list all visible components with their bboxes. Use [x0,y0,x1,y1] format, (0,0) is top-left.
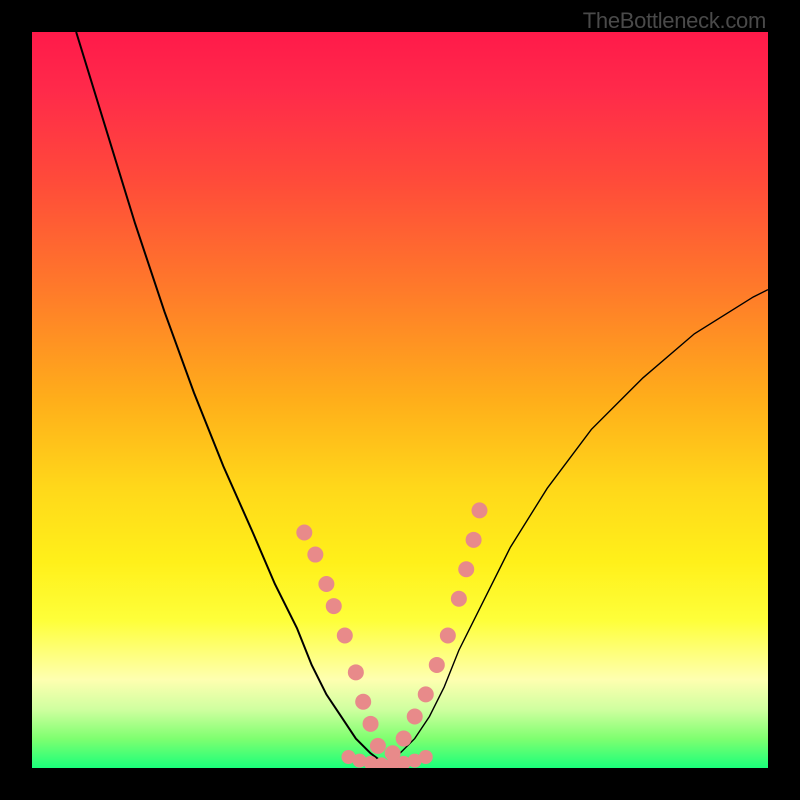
data-point [440,628,456,644]
data-point [296,524,312,540]
data-point [385,745,401,761]
data-point [429,657,445,673]
watermark-text: TheBottleneck.com [583,8,766,34]
data-point [363,716,379,732]
data-point [326,598,342,614]
data-point [418,686,434,702]
data-point [451,591,467,607]
data-point [396,731,412,747]
curve-left-curve [76,32,385,764]
data-point [337,628,353,644]
data-point [419,750,433,764]
data-point [348,664,364,680]
data-point [318,576,334,592]
data-point [307,547,323,563]
data-point [458,561,474,577]
data-point [471,502,487,518]
curve-right-curve [385,290,768,765]
chart-svg [32,32,768,768]
data-point [355,694,371,710]
data-point [466,532,482,548]
data-point [407,708,423,724]
data-point [370,738,386,754]
